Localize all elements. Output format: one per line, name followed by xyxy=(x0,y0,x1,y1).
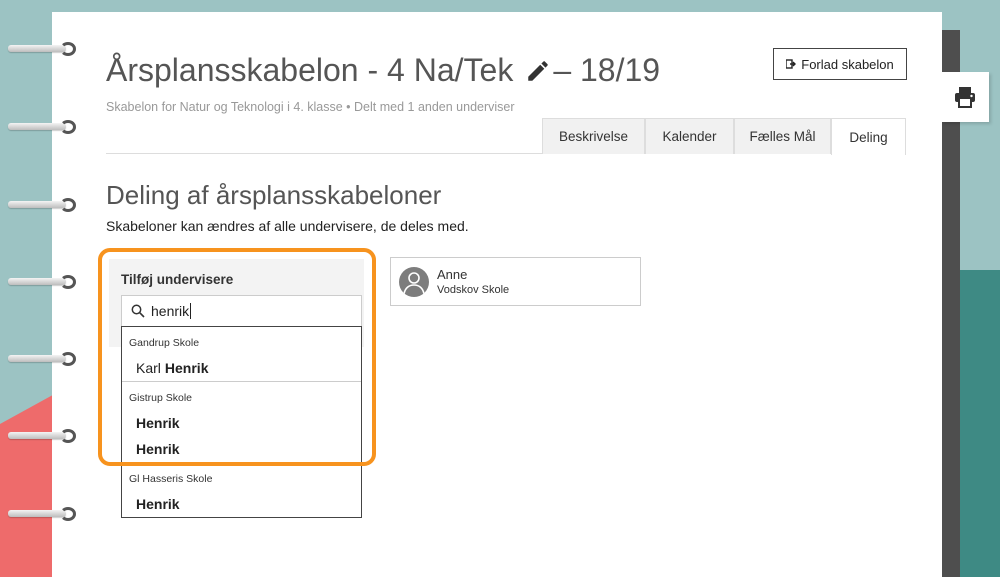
result-option[interactable]: Henrik xyxy=(122,491,361,517)
result-option[interactable]: Karl Henrik xyxy=(122,355,361,381)
background-teal-shape xyxy=(955,270,1000,577)
title-text: Årsplansskabelon - 4 Na/Tek xyxy=(106,52,514,88)
shared-user-school: Vodskov Skole xyxy=(437,284,510,296)
tab-kalender[interactable]: Kalender xyxy=(645,118,734,154)
text-cursor xyxy=(190,303,191,319)
spiral-ring xyxy=(8,507,80,521)
tab-faelles-maal[interactable]: Fælles Mål xyxy=(734,118,831,154)
print-icon xyxy=(955,87,975,108)
teacher-search-input[interactable] xyxy=(151,303,191,319)
shared-user-name: Anne xyxy=(437,267,468,282)
spiral-ring xyxy=(8,275,80,289)
page-title: Årsplansskabelon - 4 Na/Tek – 18/19 xyxy=(106,52,660,89)
leave-template-button[interactable]: Forlad skabelon xyxy=(773,48,907,80)
result-group-school: Gandrup Skole xyxy=(129,337,200,349)
print-button[interactable] xyxy=(941,72,989,122)
search-results-dropdown: Gandrup Skole Karl Henrik Gistrup Skole … xyxy=(121,326,362,518)
title-year: – 18/19 xyxy=(553,52,661,88)
spiral-ring xyxy=(8,120,80,134)
section-heading: Deling af årsplansskabeloner xyxy=(106,180,442,210)
tab-deling[interactable]: Deling xyxy=(831,118,906,155)
pencil-icon[interactable] xyxy=(525,58,551,84)
shared-user-card[interactable]: Anne Vodskov Skole xyxy=(390,257,641,306)
result-option[interactable]: Henrik xyxy=(122,410,361,436)
teacher-search-field[interactable] xyxy=(121,295,362,327)
add-teachers-label: Tilføj undervisere xyxy=(121,272,234,287)
exit-icon xyxy=(786,59,797,69)
result-option[interactable]: Henrik xyxy=(122,436,361,462)
user-icon xyxy=(399,266,429,297)
section-description: Skabeloner kan ændres af alle underviser… xyxy=(106,218,469,234)
spiral-ring xyxy=(8,429,80,443)
page-subtitle: Skabelon for Natur og Teknologi i 4. kla… xyxy=(106,100,515,114)
spiral-ring xyxy=(8,352,80,366)
tab-beskrivelse[interactable]: Beskrivelse xyxy=(542,118,645,154)
leave-template-label: Forlad skabelon xyxy=(801,56,894,72)
search-icon xyxy=(131,304,145,318)
tab-bar: Beskrivelse Kalender Fælles Mål Deling xyxy=(106,118,906,155)
spiral-ring xyxy=(8,198,80,212)
planner-page: Årsplansskabelon - 4 Na/Tek – 18/19 Skab… xyxy=(52,12,942,577)
spiral-ring xyxy=(8,42,80,56)
result-group-school: Gistrup Skole xyxy=(129,392,193,404)
result-group-school: Gl Hasseris Skole xyxy=(129,473,213,485)
